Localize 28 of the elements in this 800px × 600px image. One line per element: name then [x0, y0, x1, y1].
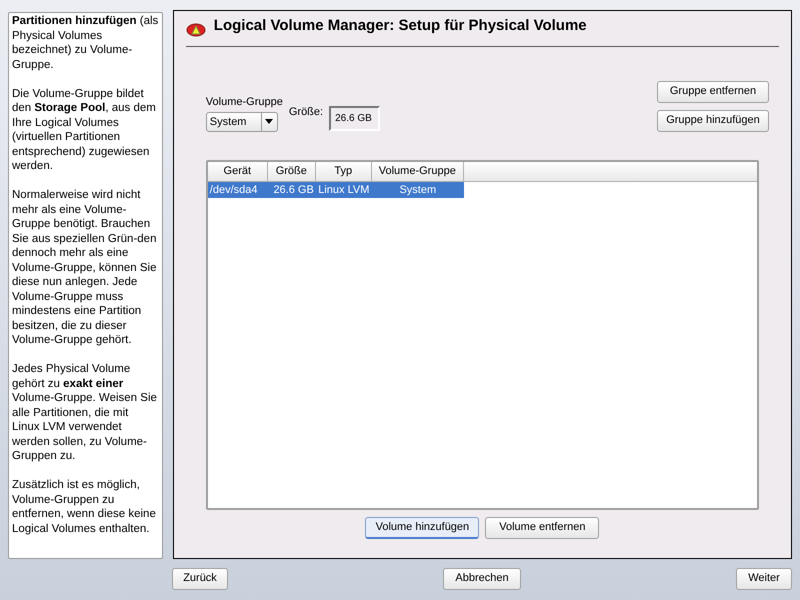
- help-paragraph: Partitionen hinzufügen (als Physical Volumes bezeichnet) zu Volume-Gruppe.: [12, 14, 159, 72]
- help-paragraph: Die Volume-Gruppe bildet den Storage Pool, aus dem Ihre Logical Volumes (virtuellen Partitionen entsprechend) zugewiesen werden.: [12, 86, 157, 174]
- button[interactable]: Gruppe hinzufügen: [657, 110, 769, 132]
- button[interactable]: Gruppe entfernen: [657, 80, 769, 102]
- volume-group-dropdown[interactable]: System: [206, 112, 278, 132]
- column-header[interactable]: Volume-Gruppe: [372, 162, 464, 180]
- size-value: 26.6 GB: [329, 106, 380, 130]
- button[interactable]: Volume hinzufügen: [365, 516, 480, 538]
- help-paragraph: Normalerweise wird nicht mehr als eine Volume-Gruppe benötigt. Brauchen Sie aus speziellen Grün-den dennoch mehr als eine Volume-Gruppe, können Sie diese nun anlegen. Jede Volume-Gruppe muss mindestens eine Partition besitzen, die zu dieser Volume-Gruppe gehört.: [12, 188, 158, 348]
- help-paragraph: Zusätzlich ist es möglich, Volume-Gruppen zu entfernen, wenn diese keine Logical Volumes enthalten.: [12, 478, 157, 536]
- column-header[interactable]: Größe: [268, 162, 316, 180]
- column-header[interactable]: Typ: [316, 162, 372, 180]
- button[interactable]: Zurück: [172, 568, 228, 590]
- table-cell-text: Linux LVM: [317, 182, 370, 198]
- table-cell-text: System: [398, 182, 438, 198]
- button[interactable]: Weiter: [736, 568, 792, 590]
- dialog-title: Logical Volume Manager: Setup für Physical Volume: [214, 16, 587, 36]
- help-paragraph: Jedes Physical Volume gehört zu exakt einer Volume-Gruppe. Weisen Sie alle Partitionen, die mit Linux LVM verwendet werden sollen, zu Volume-Gruppen zu.: [12, 362, 158, 464]
- button[interactable]: Abbrechen: [443, 568, 521, 590]
- button[interactable]: Volume entfernen: [485, 516, 600, 538]
- column-header[interactable]: Gerät: [208, 162, 268, 180]
- caret-icon: [265, 119, 274, 124]
- field-label: Größe:: [288, 105, 324, 120]
- table-cell-text: 26.6 GB: [272, 182, 315, 198]
- table-cell-text: /dev/sda4: [208, 182, 258, 198]
- disk-icon: [186, 21, 206, 38]
- table-row[interactable]: /dev/sda4 26.6 GB Linux LVM System: [208, 182, 464, 198]
- field-label: Volume-Gruppe: [206, 95, 283, 110]
